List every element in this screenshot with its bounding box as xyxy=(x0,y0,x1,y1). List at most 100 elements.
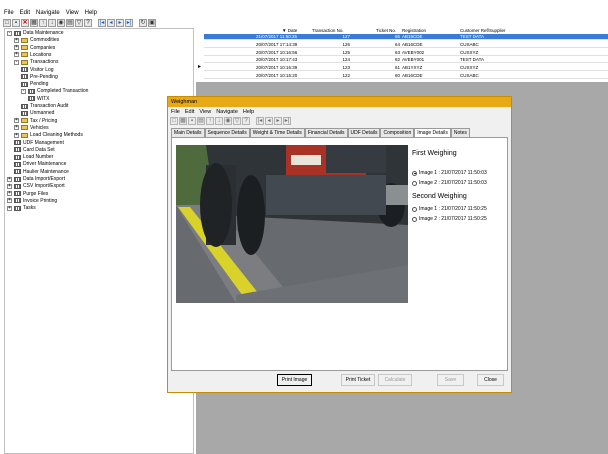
tree-item[interactable]: + Tasks xyxy=(7,205,36,211)
tree-item[interactable]: Pending xyxy=(21,81,48,87)
filter-icon[interactable]: ▽ xyxy=(75,19,83,27)
close-button[interactable]: Close xyxy=(477,374,504,386)
collapse-icon[interactable]: - xyxy=(21,88,26,94)
delete-icon[interactable]: ✕ xyxy=(21,19,29,27)
tree-item[interactable]: - Transactions xyxy=(14,59,58,65)
expand-icon[interactable]: + xyxy=(14,45,19,51)
tab-financial-details[interactable]: Financial Details xyxy=(304,128,348,137)
expand-icon[interactable]: + xyxy=(14,118,19,124)
table-row[interactable]: 20/07/2017 17:14:39 126 64 AB16CDE CUSABC xyxy=(204,42,608,48)
dialog-menu-navigate[interactable]: Navigate xyxy=(216,109,238,115)
grid-icon[interactable]: ▦ xyxy=(30,19,38,27)
dialog-filter-icon[interactable]: ▽ xyxy=(233,117,241,125)
expand-icon[interactable]: + xyxy=(7,176,12,182)
collapse-icon[interactable]: - xyxy=(14,59,19,65)
tree-item[interactable]: - Completed Transaction xyxy=(21,88,88,94)
table-row[interactable]: 21/07/2017 11:50:25 127 65 AB16CDE TEST DATA xyxy=(204,34,608,40)
calculate-button[interactable]: Calculate xyxy=(378,374,412,386)
print-image-button[interactable]: Print Image xyxy=(277,374,312,386)
dialog-sort-descending-icon[interactable]: ↓ xyxy=(215,117,223,125)
table-row[interactable]: 20/07/2017 10:16:39 123 61 AB1YXYZ CUSXYZ xyxy=(204,65,608,72)
dialog-find-icon[interactable]: ◉ xyxy=(224,117,232,125)
dialog-new-icon[interactable]: □ xyxy=(170,117,178,125)
dialog-next-icon[interactable]: ▸ xyxy=(274,117,282,125)
first-weighing-image-1-option[interactable]: Image 1 : 21/07/2017 11:50:03 xyxy=(412,170,487,176)
tab-weight-time-details[interactable]: Weight & Time Details xyxy=(249,128,305,137)
expand-icon[interactable]: + xyxy=(14,37,19,43)
previous-record-icon[interactable]: ◂ xyxy=(107,19,115,27)
dialog-menu-view[interactable]: View xyxy=(199,109,211,115)
save-icon[interactable]: ▪ xyxy=(12,19,20,27)
dialog-grid-icon[interactable]: ▦ xyxy=(179,117,187,125)
first-weighing-image-2-option[interactable]: Image 2 : 21/07/2017 11:50:03 xyxy=(412,180,487,186)
menu-edit[interactable]: Edit xyxy=(20,10,30,16)
tree-item[interactable]: Unmanned xyxy=(21,110,54,116)
dialog-menu-file[interactable]: File xyxy=(171,109,180,115)
tab-composition[interactable]: Composition xyxy=(380,128,415,137)
collapse-icon[interactable]: - xyxy=(7,30,12,36)
expand-icon[interactable]: + xyxy=(14,132,19,138)
tree-item[interactable]: + Data Import/Export xyxy=(7,176,65,182)
sort-ascending-icon[interactable]: ↑ xyxy=(39,19,47,27)
table-row[interactable]: 20/07/2017 10:16:56 125 63 AVEBY002 CUSXYZ xyxy=(204,50,608,56)
dialog-first-icon[interactable]: |◂ xyxy=(256,117,264,125)
menu-help[interactable]: Help xyxy=(85,10,97,16)
tab-main-details[interactable]: Main Details xyxy=(171,128,205,137)
tree-item[interactable]: + Locations xyxy=(14,52,51,58)
tree-item[interactable]: Pre-Pending xyxy=(21,74,58,80)
sort-descending-icon[interactable]: ↓ xyxy=(48,19,56,27)
next-record-icon[interactable]: ▸ xyxy=(116,19,124,27)
dialog-previous-icon[interactable]: ◂ xyxy=(265,117,273,125)
dialog-last-icon[interactable]: ▸| xyxy=(283,117,291,125)
dialog-menu-help[interactable]: Help xyxy=(243,109,254,115)
tab-notes[interactable]: Notes xyxy=(450,128,470,137)
table-row[interactable]: 20/07/2017 10:15:20 122 60 AB16CDE CUSABC xyxy=(204,73,608,79)
menu-file[interactable]: File xyxy=(4,10,14,16)
tree-item[interactable]: + Tax / Pricing xyxy=(14,118,57,124)
last-record-icon[interactable]: ▸| xyxy=(125,19,133,27)
first-record-icon[interactable]: |◂ xyxy=(98,19,106,27)
expand-icon[interactable]: + xyxy=(7,205,12,211)
tree-item[interactable]: + Invoice Printing xyxy=(7,198,57,204)
tree-item[interactable]: + Companies xyxy=(14,45,55,51)
menu-navigate[interactable]: Navigate xyxy=(36,10,60,16)
dialog-save-icon[interactable]: ▪ xyxy=(188,117,196,125)
help-icon[interactable]: ? xyxy=(84,19,92,27)
tree-item[interactable]: Transaction Audit xyxy=(21,103,68,109)
tree-item[interactable]: Load Number xyxy=(14,154,53,160)
tree-item[interactable]: Haulier Maintenance xyxy=(14,169,69,175)
print-ticket-button[interactable]: Print Ticket xyxy=(341,374,375,386)
tree-item[interactable]: Card Data Set xyxy=(14,147,55,153)
tab-udf-details[interactable]: UDF Details xyxy=(347,128,381,137)
find-icon[interactable]: ◉ xyxy=(57,19,65,27)
dialog-sort-ascending-icon[interactable]: ↑ xyxy=(206,117,214,125)
tree-item[interactable]: Visitor Log xyxy=(21,67,54,73)
expand-icon[interactable]: + xyxy=(14,125,19,131)
dialog-menu-edit[interactable]: Edit xyxy=(185,109,194,115)
expand-icon[interactable]: + xyxy=(14,52,19,58)
tree-item[interactable]: + Vehicles xyxy=(14,125,49,131)
export-icon[interactable]: ▣ xyxy=(148,19,156,27)
tree-item[interactable]: + Commodities xyxy=(14,37,59,43)
tree-item[interactable]: WITX xyxy=(28,96,50,102)
save-button[interactable]: Save xyxy=(437,374,464,386)
second-weighing-image-2-option[interactable]: Image 2 : 21/07/2017 11:50:25 xyxy=(412,216,487,222)
dialog-help-icon[interactable]: ? xyxy=(242,117,250,125)
expand-icon[interactable]: + xyxy=(7,198,12,204)
tab-sequence-details[interactable]: Sequence Details xyxy=(204,128,250,137)
tree-item[interactable]: Driver Maintenance xyxy=(14,161,66,167)
expand-icon[interactable]: + xyxy=(7,191,12,197)
tree-item[interactable]: - Data Maintenance xyxy=(7,30,64,36)
dialog-print-icon[interactable]: ▤ xyxy=(197,117,205,125)
expand-icon[interactable]: + xyxy=(7,183,12,189)
new-icon[interactable]: □ xyxy=(3,19,11,27)
second-weighing-image-1-option[interactable]: Image 1 : 21/07/2017 11:50:25 xyxy=(412,206,487,212)
menu-view[interactable]: View xyxy=(66,10,79,16)
print-icon[interactable]: ▤ xyxy=(66,19,74,27)
tree-item[interactable]: + CSV Import/Export xyxy=(7,183,65,189)
tree-item[interactable]: + Purge Files xyxy=(7,191,48,197)
tree-item[interactable]: UDF Management xyxy=(14,140,64,146)
tab-image-details[interactable]: Image Details xyxy=(414,128,451,137)
refresh-icon[interactable]: ↻ xyxy=(139,19,147,27)
table-row[interactable]: 20/07/2017 10:17:43 124 62 AVEBY001 TEST DAT… xyxy=(204,57,608,64)
